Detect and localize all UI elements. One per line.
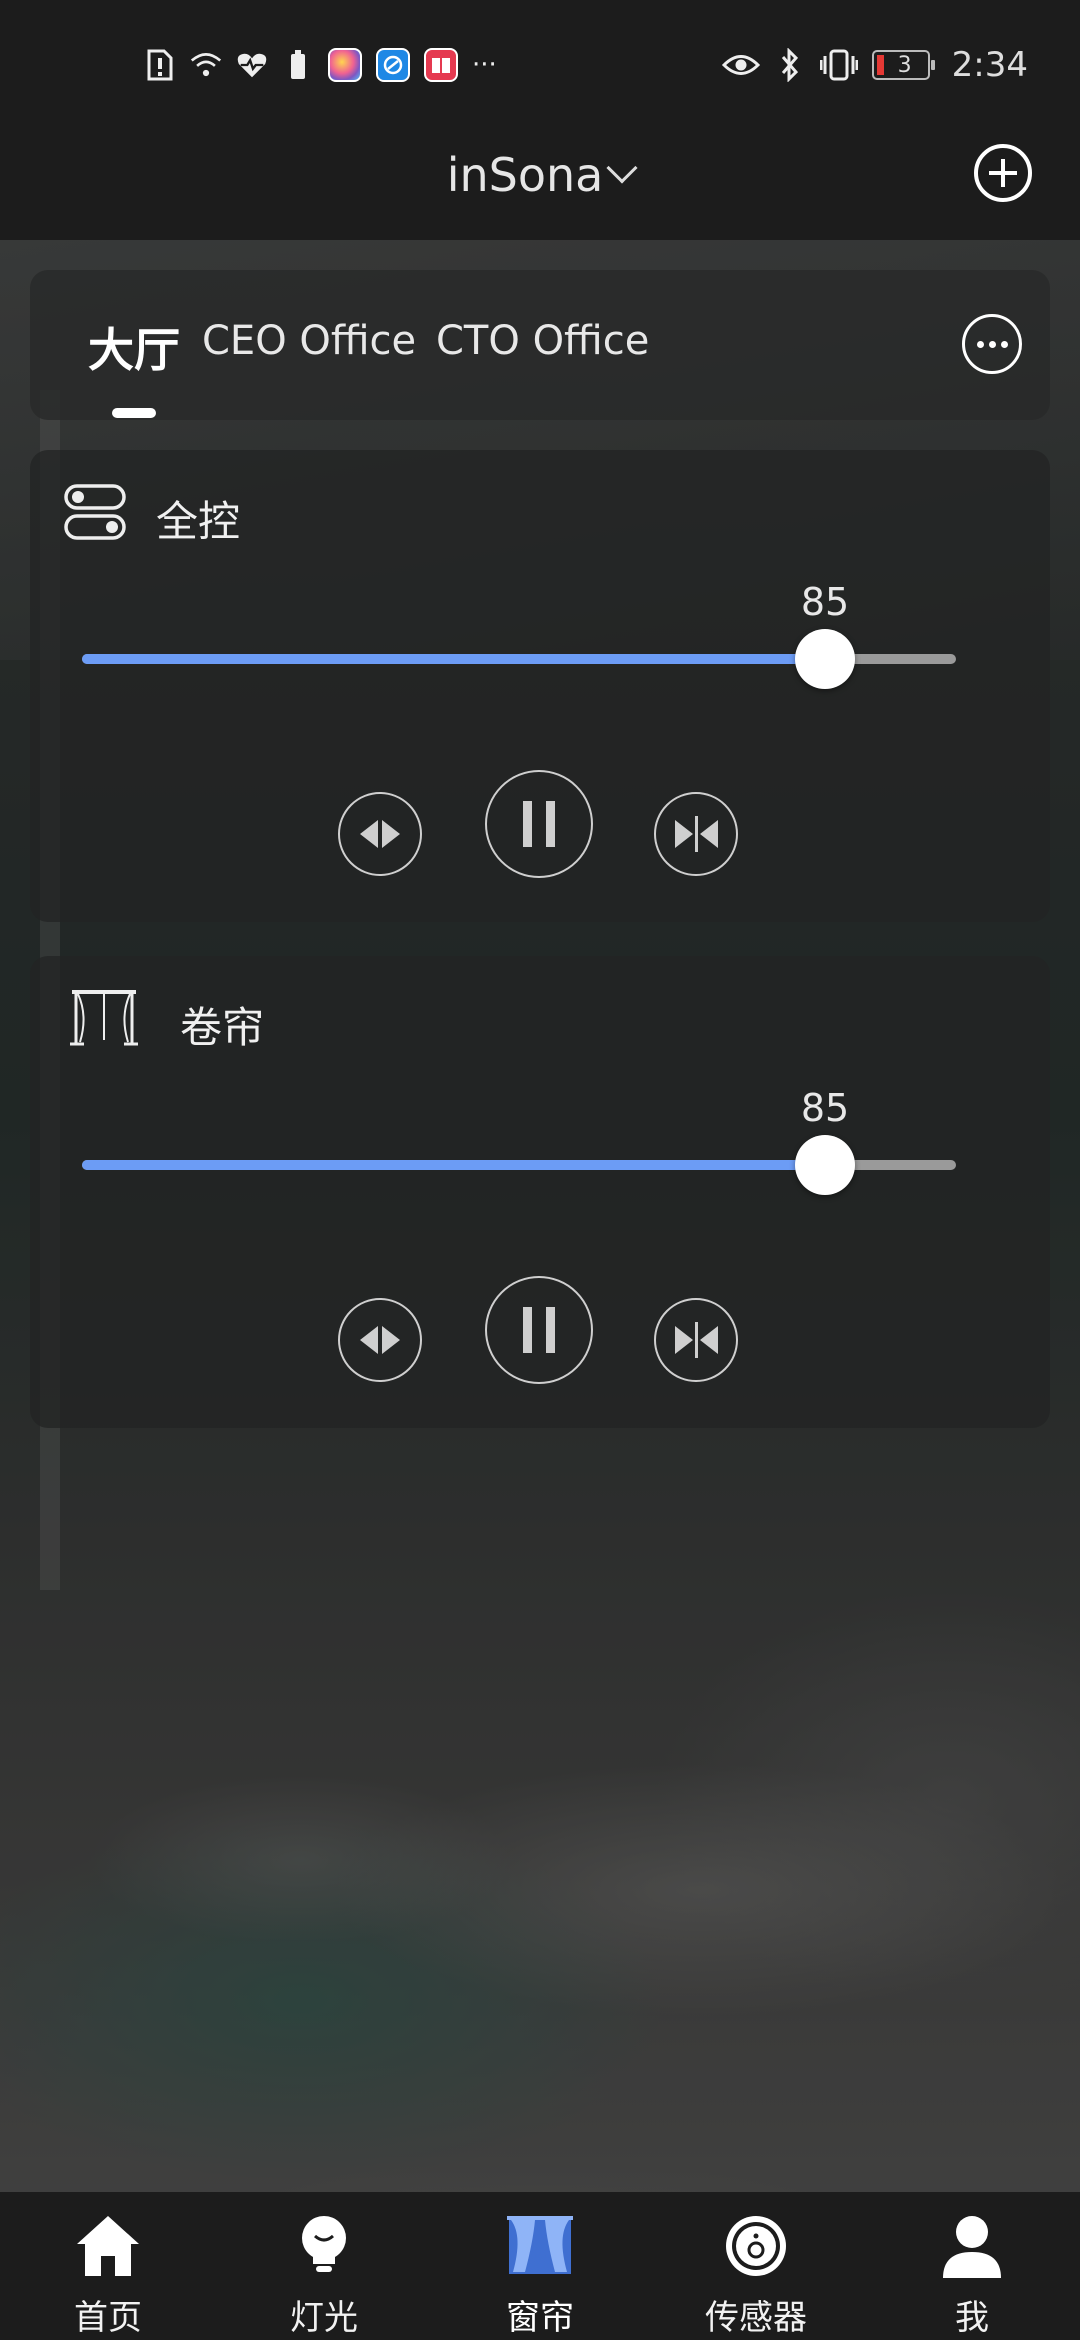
nav-item-me[interactable]: 我 <box>864 2192 1080 2340</box>
app-header: inSona <box>0 130 1080 240</box>
nav-label: 窗帘 <box>506 2298 574 2338</box>
sensor-icon <box>721 2212 791 2280</box>
slider-fill <box>82 1160 825 1170</box>
more-rooms-button[interactable] <box>962 314 1022 374</box>
level-slider[interactable] <box>82 629 956 689</box>
vibrate-icon <box>819 48 858 82</box>
wifi-icon <box>190 48 222 82</box>
status-bar: ··· 3 2:34 <box>0 0 1080 130</box>
level-slider[interactable] <box>82 1135 956 1195</box>
home-icon <box>73 2212 143 2280</box>
user-icon <box>937 2212 1007 2280</box>
more-dot <box>976 340 984 348</box>
pause-button[interactable] <box>485 1276 593 1384</box>
bluetooth-icon <box>774 48 806 82</box>
tab-room-1[interactable]: CEO Office <box>202 318 416 364</box>
close-button[interactable] <box>654 1298 738 1382</box>
status-left-icons: ··· <box>144 48 497 82</box>
eye-icon <box>721 48 760 82</box>
more-dot <box>988 340 996 348</box>
slider-fill <box>82 654 825 664</box>
active-tab-indicator <box>112 408 156 418</box>
nav-item-sensors[interactable]: 传感器 <box>648 2192 864 2340</box>
slider-value: 85 <box>800 1086 850 1130</box>
health-icon <box>236 48 268 82</box>
app-books-icon <box>424 48 458 82</box>
open-button[interactable] <box>338 1298 422 1382</box>
more-dot <box>1000 340 1008 348</box>
control-card-all: 全控 85 <box>30 450 1050 922</box>
curtain-icon <box>505 2212 575 2280</box>
slider-thumb[interactable] <box>795 1135 855 1195</box>
nav-label: 首页 <box>74 2298 142 2338</box>
home-title: inSona <box>446 148 604 202</box>
toggle-icon <box>64 484 126 544</box>
nav-item-lights[interactable]: 灯光 <box>216 2192 432 2340</box>
nav-label: 传感器 <box>705 2298 807 2338</box>
slider-thumb[interactable] <box>795 629 855 689</box>
app-browser-icon <box>376 48 410 82</box>
alert-icon <box>144 48 176 82</box>
card-title: 卷帘 <box>180 1003 265 1052</box>
nav-label: 灯光 <box>290 2298 358 2338</box>
roller-blind-icon <box>68 986 140 1050</box>
slider-value: 85 <box>800 580 850 624</box>
pause-button[interactable] <box>485 770 593 878</box>
status-right-icons: 3 2:34 <box>721 45 1028 85</box>
app-photos-icon <box>328 48 362 82</box>
tab-room-2[interactable]: CTO Office <box>436 318 649 364</box>
status-time: 2:34 <box>951 45 1028 85</box>
tab-room-0[interactable]: 大厅 <box>88 314 180 380</box>
control-card-roller-blind: 卷帘 85 <box>30 956 1050 1428</box>
bulb-icon <box>289 2212 359 2280</box>
nav-label: 我 <box>955 2298 989 2338</box>
more-dots-icon: ··· <box>472 50 497 80</box>
room-tabs: 大厅 CEO Office CTO Office <box>30 270 1050 420</box>
card-title: 全控 <box>156 497 241 546</box>
add-button[interactable] <box>974 144 1032 202</box>
battery-level: 3 <box>897 52 912 78</box>
nav-item-curtains[interactable]: 窗帘 <box>432 2192 648 2340</box>
home-selector[interactable]: inSona <box>0 148 1080 202</box>
chevron-down-icon <box>606 152 638 184</box>
open-button[interactable] <box>338 792 422 876</box>
close-button[interactable] <box>654 792 738 876</box>
battery-icon: 3 <box>871 50 935 80</box>
battery-saver-icon <box>282 48 314 82</box>
bottom-nav: 首页 灯光 窗帘 传感器 我 <box>0 2192 1080 2340</box>
nav-item-home[interactable]: 首页 <box>0 2192 216 2340</box>
